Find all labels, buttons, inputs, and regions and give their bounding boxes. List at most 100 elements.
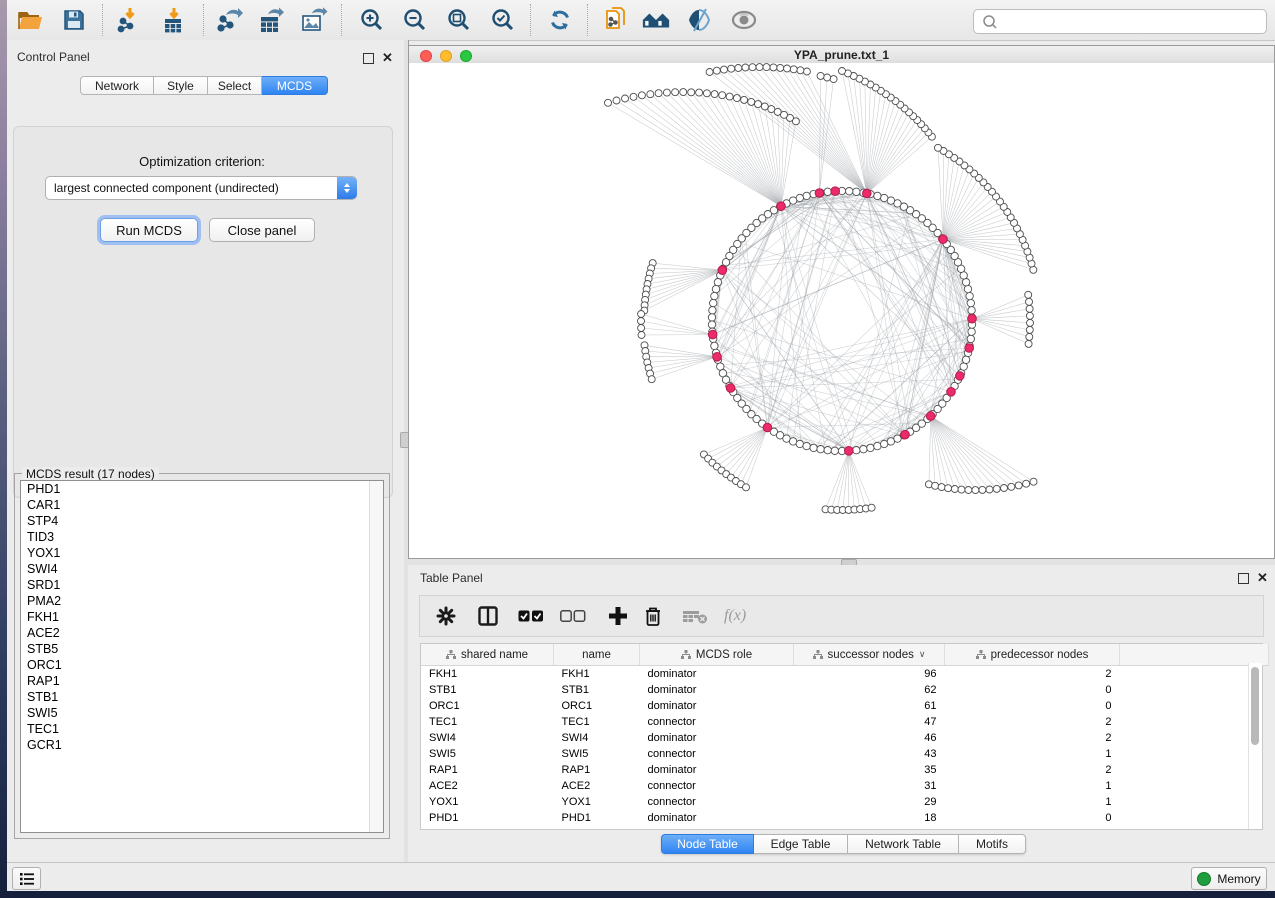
cell-MCDS-role[interactable]: dominator bbox=[640, 682, 794, 698]
mcds-result-item[interactable]: ORC1 bbox=[21, 657, 383, 673]
table-row[interactable]: RAP1RAP1dominator352 bbox=[421, 762, 1269, 778]
network-hub-node[interactable] bbox=[815, 189, 824, 198]
network-leaf-node[interactable] bbox=[638, 92, 645, 99]
network-leaf-node[interactable] bbox=[938, 484, 945, 491]
cell-predecessor-nodes[interactable]: 1 bbox=[945, 778, 1120, 794]
network-leaf-node[interactable] bbox=[824, 74, 831, 81]
cell-successor-nodes[interactable]: 46 bbox=[794, 730, 945, 746]
network-node[interactable] bbox=[853, 447, 860, 454]
tab-network-table[interactable]: Network Table bbox=[848, 834, 959, 854]
table-row[interactable]: STB1STB1dominator620 bbox=[421, 682, 1269, 698]
network-canvas[interactable] bbox=[409, 63, 1274, 558]
network-leaf-node[interactable] bbox=[817, 72, 824, 79]
network-leaf-node[interactable] bbox=[655, 90, 662, 97]
select-all-checkboxes-icon[interactable] bbox=[518, 610, 544, 623]
network-hub-node[interactable] bbox=[726, 384, 735, 393]
network-leaf-node[interactable] bbox=[749, 64, 756, 71]
criterion-select[interactable]: largest connected component (undirected) bbox=[45, 176, 357, 200]
export-network-icon[interactable] bbox=[215, 5, 245, 35]
cell-shared-name[interactable]: ORC1 bbox=[421, 698, 554, 714]
table-row[interactable]: ORC1ORC1dominator610 bbox=[421, 698, 1269, 714]
mcds-result-item[interactable]: TID3 bbox=[21, 529, 383, 545]
network-leaf-node[interactable] bbox=[703, 90, 710, 97]
mcds-result-item[interactable]: STB5 bbox=[21, 641, 383, 657]
tab-mcds[interactable]: MCDS bbox=[262, 76, 328, 95]
network-titlebar[interactable]: YPA_prune.txt_1 bbox=[409, 46, 1274, 64]
network-hub-node[interactable] bbox=[965, 344, 974, 353]
network-node[interactable] bbox=[708, 314, 715, 321]
float-panel-icon[interactable] bbox=[363, 53, 374, 64]
zoom-in-icon[interactable] bbox=[357, 5, 387, 35]
table-row[interactable]: PHD1PHD1dominator180 bbox=[421, 810, 1269, 826]
network-leaf-node[interactable] bbox=[613, 97, 620, 104]
network-hub-node[interactable] bbox=[939, 235, 948, 244]
mcds-result-item[interactable]: FKH1 bbox=[21, 609, 383, 625]
network-leaf-node[interactable] bbox=[1025, 340, 1032, 347]
network-node[interactable] bbox=[711, 292, 718, 299]
network-leaf-node[interactable] bbox=[735, 65, 742, 72]
network-node[interactable] bbox=[831, 447, 838, 454]
cell-name[interactable]: TEC1 bbox=[554, 714, 640, 730]
network-hub-node[interactable] bbox=[956, 372, 965, 381]
mcds-result-item[interactable]: PMA2 bbox=[21, 593, 383, 609]
network-hub-node[interactable] bbox=[845, 447, 854, 456]
network-node[interactable] bbox=[810, 444, 817, 451]
open-session-icon[interactable] bbox=[15, 5, 45, 35]
network-leaf-node[interactable] bbox=[945, 485, 952, 492]
mcds-result-list[interactable]: PHD1CAR1STP4TID3YOX1SWI4SRD1PMA2FKH1ACE2… bbox=[20, 480, 384, 833]
network-node[interactable] bbox=[803, 442, 810, 449]
mcds-result-item[interactable]: SRD1 bbox=[21, 577, 383, 593]
network-leaf-node[interactable] bbox=[830, 76, 837, 83]
export-image-icon[interactable] bbox=[299, 5, 329, 35]
network-leaf-node[interactable] bbox=[742, 64, 749, 71]
zoom-out-icon[interactable] bbox=[400, 5, 430, 35]
network-leaf-node[interactable] bbox=[839, 68, 846, 75]
cell-successor-nodes[interactable]: 47 bbox=[794, 714, 945, 730]
network-leaf-node[interactable] bbox=[706, 69, 713, 76]
network-node[interactable] bbox=[968, 328, 975, 335]
network-leaf-node[interactable] bbox=[1008, 483, 1015, 490]
network-leaf-node[interactable] bbox=[638, 318, 645, 325]
scrollbar-thumb[interactable] bbox=[1251, 667, 1259, 745]
network-leaf-node[interactable] bbox=[1026, 333, 1033, 340]
cell-name[interactable]: SWI4 bbox=[554, 730, 640, 746]
network-leaf-node[interactable] bbox=[741, 96, 748, 103]
network-node[interactable] bbox=[964, 285, 971, 292]
cell-name[interactable]: PHD1 bbox=[554, 810, 640, 826]
network-leaf-node[interactable] bbox=[743, 484, 750, 491]
network-leaf-node[interactable] bbox=[763, 64, 770, 71]
network-leaf-node[interactable] bbox=[719, 92, 726, 99]
network-hub-node[interactable] bbox=[831, 187, 840, 196]
network-node[interactable] bbox=[846, 188, 853, 195]
table-row[interactable]: TEC1TEC1connector472 bbox=[421, 714, 1269, 730]
column-header-predecessor-nodes[interactable]: predecessor nodes bbox=[945, 644, 1120, 666]
show-all-networks-icon[interactable] bbox=[641, 5, 671, 35]
network-leaf-node[interactable] bbox=[1027, 319, 1034, 326]
cell-successor-nodes[interactable]: 61 bbox=[794, 698, 945, 714]
network-node[interactable] bbox=[881, 194, 888, 201]
tab-motifs[interactable]: Motifs bbox=[959, 834, 1026, 854]
cell-successor-nodes[interactable]: 18 bbox=[794, 810, 945, 826]
table-row[interactable]: YOX1YOX1connector291 bbox=[421, 794, 1269, 810]
network-hub-node[interactable] bbox=[718, 266, 727, 275]
network-leaf-node[interactable] bbox=[993, 485, 1000, 492]
list-scrollbar[interactable] bbox=[369, 481, 383, 832]
task-history-button[interactable] bbox=[12, 867, 41, 890]
network-hub-node[interactable] bbox=[708, 330, 717, 339]
column-header-shared-name[interactable]: shared name bbox=[421, 644, 554, 666]
vizmapper-toggle-icon[interactable] bbox=[685, 5, 715, 35]
import-network-icon[interactable] bbox=[115, 5, 145, 35]
tab-select[interactable]: Select bbox=[208, 76, 262, 95]
network-graph[interactable] bbox=[409, 63, 1274, 558]
network-node[interactable] bbox=[962, 356, 969, 363]
network-leaf-node[interactable] bbox=[868, 504, 875, 511]
network-leaf-node[interactable] bbox=[1026, 312, 1033, 319]
network-hub-node[interactable] bbox=[713, 353, 722, 362]
mcds-result-item[interactable]: YOX1 bbox=[21, 545, 383, 561]
tab-node-table[interactable]: Node Table bbox=[661, 834, 754, 854]
export-table-icon[interactable] bbox=[257, 5, 287, 35]
network-leaf-node[interactable] bbox=[638, 332, 645, 339]
cell-MCDS-role[interactable]: connector bbox=[640, 714, 794, 730]
search-field[interactable] bbox=[973, 9, 1267, 34]
settings-gear-icon[interactable] bbox=[436, 606, 456, 626]
